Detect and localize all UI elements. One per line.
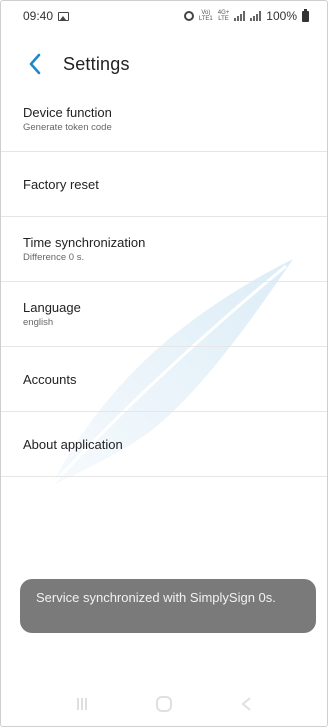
home-button[interactable] (142, 686, 186, 722)
status-left: 09:40 (23, 9, 70, 23)
app-bar: Settings (1, 41, 327, 87)
setting-subtitle: Difference 0 s. (23, 252, 85, 263)
status-time: 09:40 (23, 9, 54, 23)
signal-2-icon (250, 11, 262, 21)
setting-accounts[interactable]: Accounts (1, 347, 327, 412)
back-nav-icon (241, 697, 251, 711)
page-title: Settings (63, 53, 130, 74)
setting-subtitle: Generate token code (23, 122, 112, 133)
setting-title: Time synchronization (23, 235, 146, 250)
setting-title: Factory reset (23, 176, 99, 192)
settings-list: Device function Generate token code Fact… (1, 87, 327, 477)
chevron-left-icon (29, 53, 41, 75)
setting-time-synchronization[interactable]: Time synchronization Difference 0 s. (1, 217, 327, 282)
toast-message: Service synchronized with SimplySign 0s. (20, 579, 316, 633)
alarm-icon (183, 11, 194, 21)
setting-about-application[interactable]: About application (1, 412, 327, 477)
home-icon (156, 696, 172, 712)
volte-indicator: Vo) LTE1 (199, 10, 213, 22)
setting-device-function[interactable]: Device function Generate token code (1, 87, 327, 152)
battery-percent: 100% (266, 9, 297, 23)
setting-title: Language (23, 300, 81, 315)
status-right: Vo) LTE1 4G+ LTE 100% (183, 8, 309, 23)
network-type-indicator: 4G+ LTE (218, 10, 230, 22)
recents-button[interactable] (60, 686, 104, 722)
battery-icon (302, 8, 309, 22)
setting-title: About application (23, 436, 123, 452)
setting-factory-reset[interactable]: Factory reset (1, 152, 327, 217)
setting-title: Device function (23, 105, 112, 120)
back-button[interactable] (13, 42, 57, 86)
setting-title: Accounts (23, 371, 77, 387)
signal-1-icon (234, 11, 246, 21)
setting-subtitle: english (23, 317, 54, 328)
status-bar: 09:40 Vo) LTE1 4G+ LTE 100% (1, 1, 327, 31)
volte-bottom-label: LTE1 (198, 16, 213, 22)
network-bottom-label: LTE (218, 16, 229, 22)
image-notification-icon (58, 11, 70, 21)
setting-language[interactable]: Language english (1, 282, 327, 347)
recents-icon (77, 698, 87, 710)
back-nav-button[interactable] (224, 686, 268, 722)
navigation-bar (1, 682, 327, 726)
phone-screen: 09:40 Vo) LTE1 4G+ LTE 100% Settings Dev… (0, 0, 328, 727)
